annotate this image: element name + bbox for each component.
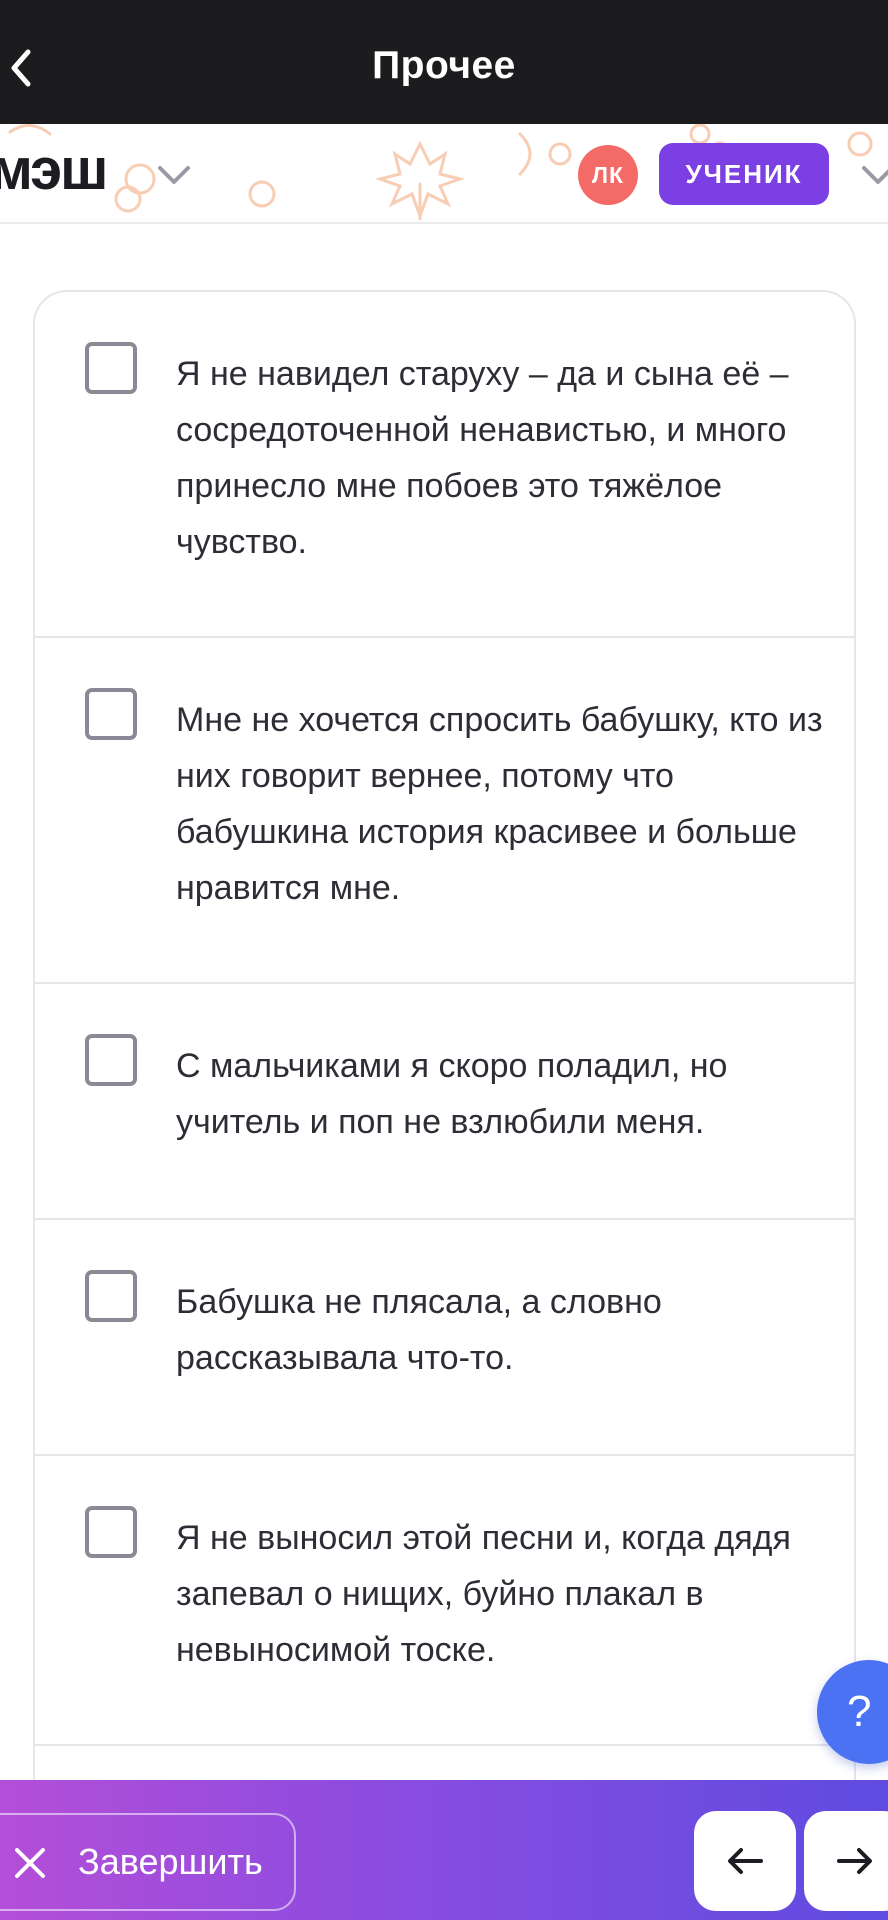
arrow-left-icon — [728, 1848, 763, 1874]
chevron-down-icon[interactable] — [156, 162, 192, 188]
option-text: Мне не хочется спросить бабушку, кто из … — [176, 701, 823, 907]
answer-option[interactable]: Я не выносил этой песни и, когда дядя за… — [35, 1456, 854, 1746]
finish-button[interactable]: Завершить — [0, 1813, 296, 1911]
app-logo[interactable]: мэш — [0, 136, 109, 203]
answer-options-card: Я не навидел старуху – да и сына её – со… — [33, 290, 856, 1920]
option-text: Я не выносил этой песни и, когда дядя за… — [176, 1519, 791, 1669]
answer-option[interactable]: Бабушка не плясала, а словно рассказывал… — [35, 1220, 854, 1456]
option-checkbox[interactable] — [85, 342, 137, 394]
top-navigation-bar: Прочее — [0, 0, 888, 124]
question-icon: ? — [847, 1687, 872, 1736]
answer-option[interactable]: Я не навидел старуху – да и сына её – со… — [35, 292, 854, 638]
option-checkbox[interactable] — [85, 1270, 137, 1322]
bottom-action-bar: Завершить — [0, 1780, 888, 1920]
previous-question-button[interactable] — [694, 1811, 796, 1911]
avatar[interactable]: ЛК — [578, 145, 638, 205]
app-header: мэш ЛК УЧЕНИК — [0, 124, 888, 224]
option-text: Бабушка не плясала, а словно рассказывал… — [176, 1283, 662, 1377]
close-icon — [15, 1848, 45, 1878]
option-text: Я не навидел старуху – да и сына её – со… — [176, 355, 789, 561]
option-checkbox[interactable] — [85, 1506, 137, 1558]
answer-option[interactable]: Мне не хочется спросить бабушку, кто из … — [35, 638, 854, 984]
role-badge[interactable]: УЧЕНИК — [659, 143, 829, 205]
finish-button-label: Завершить — [78, 1841, 263, 1882]
option-checkbox[interactable] — [85, 688, 137, 740]
option-text: С мальчиками я скоро поладил, но учитель… — [176, 1047, 728, 1141]
page-title: Прочее — [372, 44, 516, 87]
option-checkbox[interactable] — [85, 1034, 137, 1086]
answer-option[interactable]: С мальчиками я скоро поладил, но учитель… — [35, 984, 854, 1220]
arrow-right-icon — [837, 1848, 872, 1874]
chevron-down-icon[interactable] — [860, 162, 888, 188]
next-question-button[interactable] — [804, 1811, 888, 1911]
